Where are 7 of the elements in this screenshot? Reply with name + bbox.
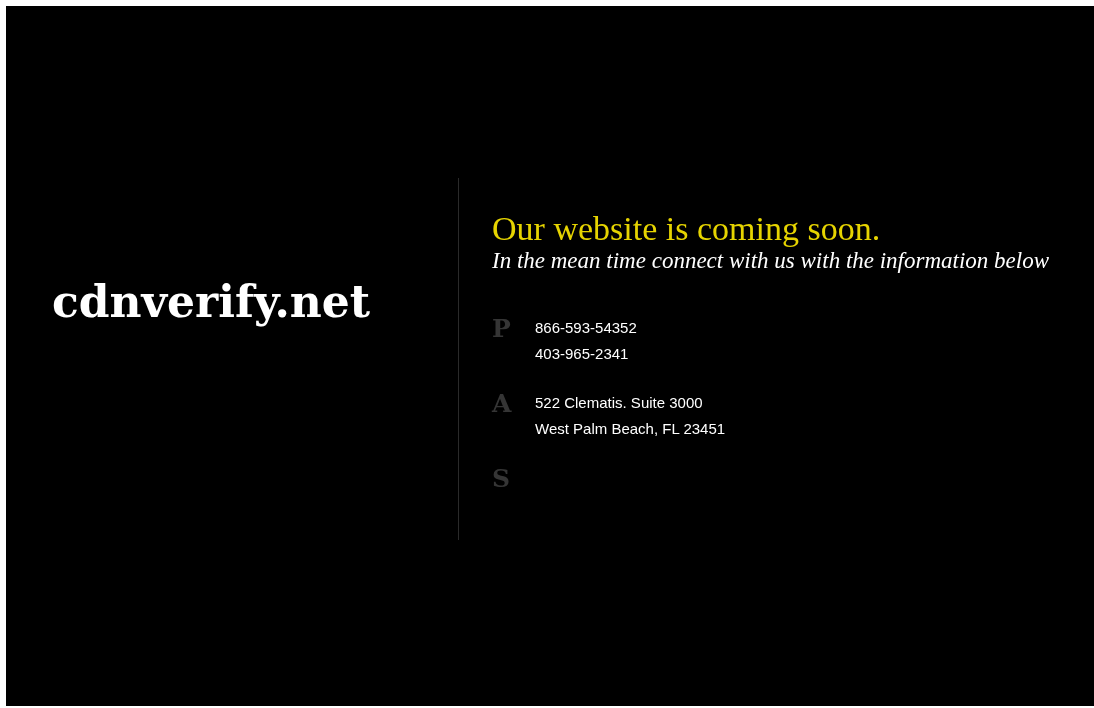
- subheading: In the mean time connect with us with the information below: [492, 248, 1050, 274]
- contact-line: 522 Clematis. Suite 3000: [535, 393, 704, 413]
- contact-line: West Palm Beach, FL 23451: [535, 419, 726, 439]
- contact-line: 866-593-54352: [535, 318, 637, 338]
- site-logo: cdnverify.net: [52, 278, 371, 326]
- contact-line: 403-965-2341: [535, 344, 630, 364]
- heading: Our website is coming soon.: [492, 210, 882, 248]
